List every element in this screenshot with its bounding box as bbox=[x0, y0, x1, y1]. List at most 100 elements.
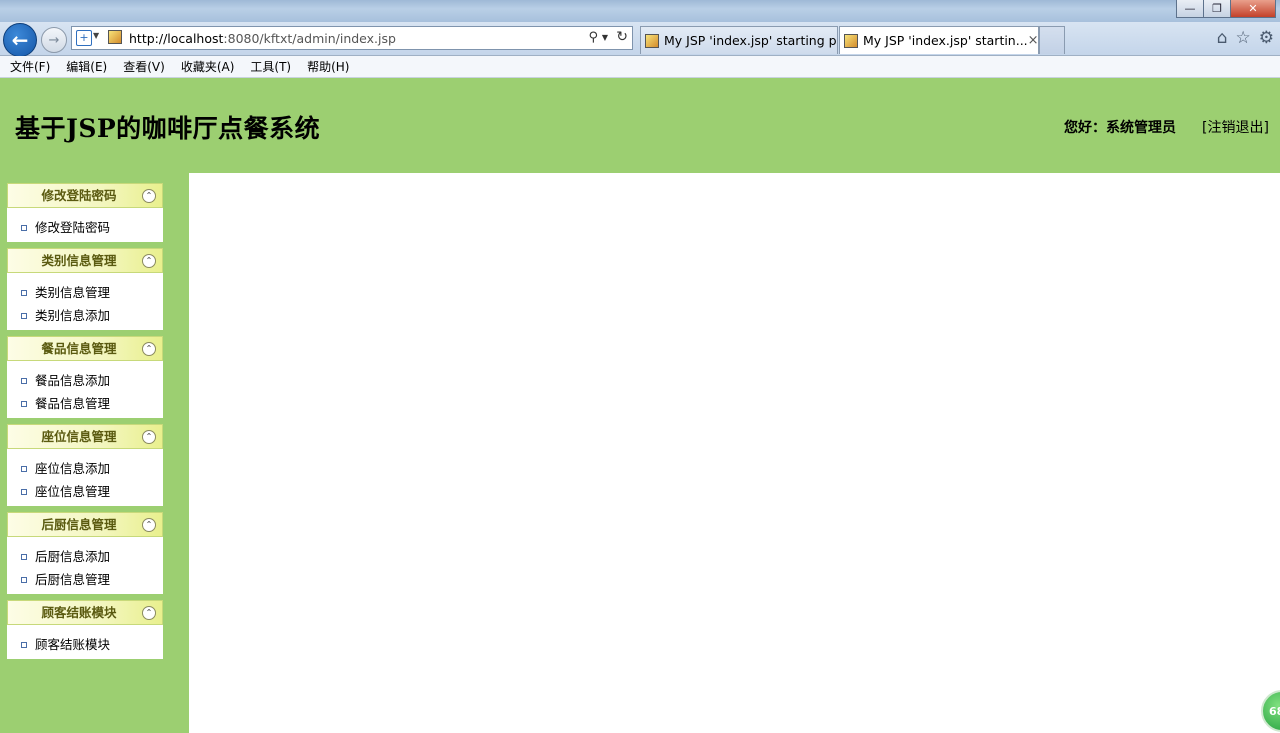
sidebar-item-label: 座位信息管理 bbox=[35, 484, 111, 499]
address-bar[interactable]: + ▼ http://localhost:8080/kftxt/admin/in… bbox=[71, 26, 633, 50]
bullet-icon bbox=[21, 400, 27, 407]
home-icon[interactable]: ⌂ bbox=[1217, 28, 1228, 48]
menu-favorites[interactable]: 收藏夹(A) bbox=[181, 58, 235, 75]
sidebar-item-checkout[interactable]: 顾客结账模块 bbox=[7, 633, 163, 656]
sidebar-group-body: 餐品信息添加 餐品信息管理 bbox=[7, 361, 163, 418]
main-content-frame bbox=[189, 173, 1280, 733]
collapse-icon[interactable]: ⌃ bbox=[142, 189, 156, 203]
browser-tab-1[interactable]: My JSP 'index.jsp' starting p... bbox=[640, 26, 838, 54]
sidebar-item-meal-add[interactable]: 餐品信息添加 bbox=[7, 369, 163, 392]
sidebar-group-header[interactable]: 修改登陆密码 ⌃ bbox=[7, 183, 163, 208]
bullet-icon bbox=[21, 312, 27, 319]
url-host: http://localhost bbox=[129, 31, 224, 46]
back-arrow-icon: ← bbox=[11, 28, 29, 52]
tab-close-icon[interactable]: × bbox=[1028, 33, 1038, 48]
logout-link[interactable]: [注销退出] bbox=[1202, 117, 1269, 137]
sidebar-item-label: 修改登陆密码 bbox=[35, 220, 111, 235]
address-url[interactable]: http://localhost:8080/kftxt/admin/index.… bbox=[129, 31, 396, 46]
menu-help[interactable]: 帮助(H) bbox=[307, 58, 349, 75]
favorites-star-icon[interactable]: ☆ bbox=[1236, 28, 1251, 48]
collapse-icon[interactable]: ⌃ bbox=[142, 606, 156, 620]
browser-tab-2-active[interactable]: My JSP 'index.jsp' startin... × bbox=[839, 26, 1039, 54]
bullet-icon bbox=[21, 289, 27, 296]
browser-menubar: 文件(F) 编辑(E) 查看(V) 收藏夹(A) 工具(T) 帮助(H) bbox=[0, 56, 1280, 78]
sidebar-item-label: 后厨信息添加 bbox=[35, 549, 111, 564]
menu-tools[interactable]: 工具(T) bbox=[250, 58, 291, 75]
bullet-icon bbox=[21, 576, 27, 583]
window-controls: — ❐ ✕ bbox=[1176, 0, 1276, 18]
sidebar-item-change-password[interactable]: 修改登陆密码 bbox=[7, 216, 163, 239]
sidebar-group-title: 后厨信息管理 bbox=[41, 517, 117, 532]
bullet-icon bbox=[21, 224, 27, 231]
chevron-down-icon[interactable]: ▼ bbox=[93, 31, 99, 40]
refresh-icon[interactable]: ↻ bbox=[616, 29, 628, 45]
back-button[interactable]: ← bbox=[3, 23, 37, 57]
minimize-button[interactable]: — bbox=[1176, 0, 1204, 18]
sidebar-item-label: 类别信息管理 bbox=[35, 285, 111, 300]
sidebar-group-body: 类别信息管理 类别信息添加 bbox=[7, 273, 163, 330]
sidebar-menu: 修改登陆密码 ⌃ 修改登陆密码 类别信息管理 ⌃ 类别信息管理 类别信息添加 餐… bbox=[7, 183, 163, 665]
sidebar-group-body: 顾客结账模块 bbox=[7, 625, 163, 659]
sidebar-group-title: 餐品信息管理 bbox=[41, 341, 117, 356]
sidebar-item-category-manage[interactable]: 类别信息管理 bbox=[7, 281, 163, 304]
sidebar-group-header[interactable]: 座位信息管理 ⌃ bbox=[7, 424, 163, 449]
browser-toolbar-icons: ⌂ ☆ ⚙ bbox=[1217, 28, 1274, 48]
sidebar-group-body: 座位信息添加 座位信息管理 bbox=[7, 449, 163, 506]
sidebar-group-checkout: 顾客结账模块 ⌃ 顾客结账模块 bbox=[7, 600, 163, 659]
sidebar-group-seat: 座位信息管理 ⌃ 座位信息添加 座位信息管理 bbox=[7, 424, 163, 506]
tab-label: My JSP 'index.jsp' startin... bbox=[863, 33, 1028, 48]
bullet-icon bbox=[21, 465, 27, 472]
user-greeting: 您好：系统管理员 bbox=[1064, 120, 1176, 136]
collapse-icon[interactable]: ⌃ bbox=[142, 342, 156, 356]
sidebar-item-label: 类别信息添加 bbox=[35, 308, 111, 323]
sidebar-group-meal: 餐品信息管理 ⌃ 餐品信息添加 餐品信息管理 bbox=[7, 336, 163, 418]
sidebar-group-title: 座位信息管理 bbox=[41, 429, 117, 444]
sidebar-group-header[interactable]: 后厨信息管理 ⌃ bbox=[7, 512, 163, 537]
sidebar-item-seat-add[interactable]: 座位信息添加 bbox=[7, 457, 163, 480]
sidebar-item-kitchen-manage[interactable]: 后厨信息管理 bbox=[7, 568, 163, 591]
sidebar-item-label: 顾客结账模块 bbox=[35, 637, 111, 652]
sidebar-group-header[interactable]: 类别信息管理 ⌃ bbox=[7, 248, 163, 273]
sidebar-group-category: 类别信息管理 ⌃ 类别信息管理 类别信息添加 bbox=[7, 248, 163, 330]
page-title: 基于JSP的咖啡厅点餐系统 bbox=[15, 114, 321, 143]
sidebar-item-meal-manage[interactable]: 餐品信息管理 bbox=[7, 392, 163, 415]
page-body: 基于JSP的咖啡厅点餐系统 您好：系统管理员 [注销退出] 修改登陆密码 ⌃ 修… bbox=[0, 78, 1280, 733]
sidebar-group-body: 修改登陆密码 bbox=[7, 208, 163, 242]
forward-button[interactable]: → bbox=[41, 27, 67, 53]
restore-button[interactable]: ❐ bbox=[1203, 0, 1231, 18]
new-tab-button[interactable] bbox=[1039, 26, 1065, 54]
sidebar-group-password: 修改登陆密码 ⌃ 修改登陆密码 bbox=[7, 183, 163, 242]
sidebar-item-kitchen-add[interactable]: 后厨信息添加 bbox=[7, 545, 163, 568]
search-icon[interactable]: ⚲ bbox=[588, 30, 598, 45]
compatibility-view-icon[interactable]: + bbox=[76, 30, 92, 46]
window-titlebar: — ❐ ✕ bbox=[0, 0, 1280, 22]
bullet-icon bbox=[21, 488, 27, 495]
menu-file[interactable]: 文件(F) bbox=[10, 58, 50, 75]
browser-navbar: ← → + ▼ http://localhost:8080/kftxt/admi… bbox=[0, 22, 1280, 57]
sidebar-group-header[interactable]: 餐品信息管理 ⌃ bbox=[7, 336, 163, 361]
menu-view[interactable]: 查看(V) bbox=[123, 58, 165, 75]
sidebar-group-header[interactable]: 顾客结账模块 ⌃ bbox=[7, 600, 163, 625]
gear-icon[interactable]: ⚙ bbox=[1259, 28, 1274, 48]
close-window-button[interactable]: ✕ bbox=[1230, 0, 1276, 18]
page-favicon-icon bbox=[108, 30, 122, 44]
menu-edit[interactable]: 编辑(E) bbox=[66, 58, 107, 75]
sidebar-item-label: 座位信息添加 bbox=[35, 461, 111, 476]
tab-favicon-icon bbox=[645, 33, 659, 48]
collapse-icon[interactable]: ⌃ bbox=[142, 518, 156, 532]
collapse-icon[interactable]: ⌃ bbox=[142, 430, 156, 444]
search-dropdown-icon[interactable]: ▼ bbox=[602, 33, 608, 42]
sidebar-item-category-add[interactable]: 类别信息添加 bbox=[7, 304, 163, 327]
bullet-icon bbox=[21, 553, 27, 560]
sidebar-group-title: 类别信息管理 bbox=[41, 253, 117, 268]
tab-favicon-icon bbox=[844, 33, 858, 48]
sidebar-item-label: 餐品信息管理 bbox=[35, 396, 111, 411]
tab-label: My JSP 'index.jsp' starting p... bbox=[664, 33, 838, 48]
sidebar-group-title: 顾客结账模块 bbox=[41, 605, 117, 620]
bullet-icon bbox=[21, 641, 27, 648]
sidebar-group-kitchen: 后厨信息管理 ⌃ 后厨信息添加 后厨信息管理 bbox=[7, 512, 163, 594]
sidebar-item-label: 后厨信息管理 bbox=[35, 572, 111, 587]
sidebar-item-seat-manage[interactable]: 座位信息管理 bbox=[7, 480, 163, 503]
sidebar-group-body: 后厨信息添加 后厨信息管理 bbox=[7, 537, 163, 594]
collapse-icon[interactable]: ⌃ bbox=[142, 254, 156, 268]
